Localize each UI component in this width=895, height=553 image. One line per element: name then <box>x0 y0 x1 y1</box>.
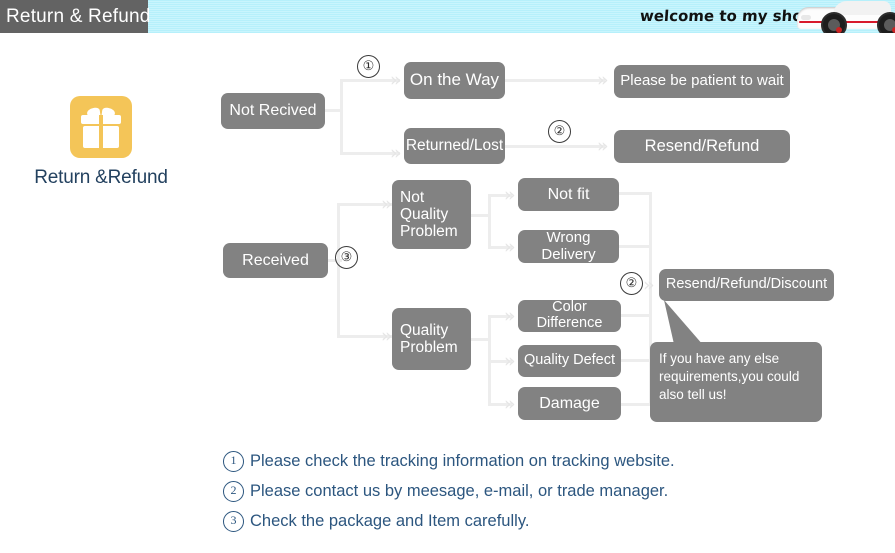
arrow-icon <box>504 186 518 204</box>
arrow-icon <box>597 71 611 89</box>
node-please-be-patient[interactable]: Please be patient to wait <box>614 65 790 98</box>
marker-three-mid: ③ <box>335 246 358 269</box>
note-item: 1 Please check the tracking information … <box>223 446 783 476</box>
connector <box>620 359 652 362</box>
note-text: Please contact us by meesage, e-mail, or… <box>250 482 669 500</box>
note-item: 2 Please contact us by meesage, e-mail, … <box>223 476 783 506</box>
connector <box>619 245 652 248</box>
connector <box>337 203 340 338</box>
arrow-icon <box>390 144 404 162</box>
node-returned-lost[interactable]: Returned/Lost <box>404 128 505 164</box>
return-refund-badge: Return &Refund <box>25 96 177 206</box>
connector <box>619 192 652 195</box>
connector <box>505 79 605 82</box>
footer-notes: 1 Please check the tracking information … <box>223 446 783 536</box>
node-color-difference[interactable]: Color Difference <box>518 299 621 332</box>
arrow-icon <box>504 352 518 370</box>
node-not-received[interactable]: Not Recived <box>221 93 325 129</box>
arrow-icon <box>643 276 657 294</box>
callout-bubble: If you have any else requirements,you co… <box>650 342 822 422</box>
node-resend-refund[interactable]: Resend/Refund <box>614 130 790 163</box>
marker-two-top: ② <box>548 120 571 143</box>
node-on-the-way[interactable]: On the Way <box>404 62 505 99</box>
arrow-icon <box>504 307 518 325</box>
marker-two-right: ② <box>620 272 643 295</box>
node-wrong-delivery[interactable]: Wrong Delivery <box>518 229 619 263</box>
note-item: 3 Check the package and Item carefully. <box>223 506 783 536</box>
page-title: Return & Refund <box>0 0 150 33</box>
badge-label: Return &Refund <box>34 167 168 188</box>
marker-one-top: ① <box>357 55 380 78</box>
connector <box>505 145 605 148</box>
connector <box>340 79 343 155</box>
node-quality-defect[interactable]: Quality Defect <box>518 345 621 377</box>
page-header: Return & Refund welcome to my shop <box>0 0 895 33</box>
arrow-icon <box>504 238 518 256</box>
note-number: 3 <box>223 511 244 532</box>
arrow-icon <box>504 395 518 413</box>
connector <box>620 403 652 406</box>
note-number: 1 <box>223 451 244 472</box>
note-number: 2 <box>223 481 244 502</box>
arrow-icon <box>597 137 611 155</box>
note-text: Check the package and Item carefully. <box>250 512 530 530</box>
arrow-icon <box>390 71 404 89</box>
note-text: Please check the tracking information on… <box>250 452 675 470</box>
sports-car-icon <box>793 1 895 33</box>
node-not-fit[interactable]: Not fit <box>518 178 619 211</box>
node-quality-problem[interactable]: Quality Problem <box>392 308 471 370</box>
node-damage[interactable]: Damage <box>518 387 621 420</box>
connector <box>620 314 652 317</box>
node-received[interactable]: Received <box>223 243 328 278</box>
connector <box>488 194 491 248</box>
node-not-quality-problem[interactable]: Not Quality Problem <box>392 180 471 249</box>
gift-box-icon <box>70 96 132 158</box>
